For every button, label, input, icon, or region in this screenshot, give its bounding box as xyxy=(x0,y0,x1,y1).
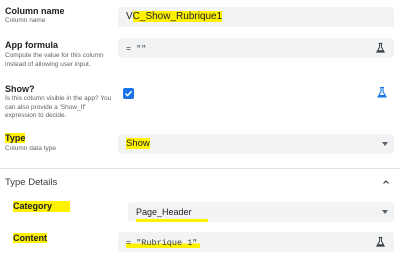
flask-icon[interactable] xyxy=(375,42,386,54)
type-details-title: Type Details xyxy=(5,177,58,188)
app-formula-label: App formula xyxy=(5,40,58,50)
app-formula-sublabel: Compute the value for this column instea… xyxy=(5,52,104,68)
column-name-sublabel: Column name xyxy=(5,17,46,24)
chevron-down-icon xyxy=(382,210,388,214)
flask-icon-blue[interactable] xyxy=(376,86,388,99)
category-select[interactable]: Page_Header xyxy=(128,202,394,222)
show-checkbox[interactable] xyxy=(123,88,134,99)
content-value: = "Rubrique 1" xyxy=(126,238,201,248)
category-value: Page_Header xyxy=(136,206,208,222)
type-label: Type xyxy=(5,133,26,143)
content-label: Content xyxy=(13,233,47,243)
column-name-input[interactable]: VC_Show_Rubrique1 xyxy=(118,7,394,27)
chevron-up-icon[interactable] xyxy=(382,178,390,186)
column-name-prefix: V xyxy=(126,11,133,22)
chevron-down-icon xyxy=(382,142,388,146)
show-label: Show? xyxy=(5,84,35,94)
app-formula-value: = "" xyxy=(126,44,147,54)
type-sublabel: Column data type xyxy=(5,145,56,152)
type-select[interactable]: Show xyxy=(118,134,394,154)
section-divider xyxy=(0,168,400,169)
check-icon xyxy=(124,90,133,97)
flask-icon[interactable] xyxy=(375,236,386,248)
type-value: Show xyxy=(126,138,150,149)
show-sublabel: Is this column visible in the app? You c… xyxy=(5,95,112,119)
category-label: Category xyxy=(13,201,71,212)
column-name-label: Column name xyxy=(5,6,65,16)
column-name-highlighted: C_Show_Rubrique1 xyxy=(132,11,223,22)
app-formula-input[interactable]: = "" xyxy=(118,38,394,58)
content-input[interactable]: = "Rubrique 1" xyxy=(118,232,394,252)
